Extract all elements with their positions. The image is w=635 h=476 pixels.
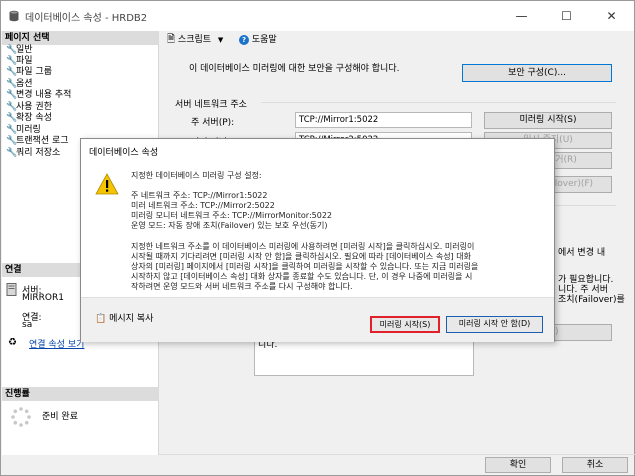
progress-header: 진행률 — [2, 387, 159, 401]
partial-divider — [556, 205, 616, 206]
wrench-icon: 🔧 — [6, 56, 18, 66]
wrench-icon: 🔧 — [6, 136, 18, 146]
wrench-icon: 🔧 — [6, 90, 18, 100]
nav-item-general[interactable]: 🔧일반 — [6, 45, 33, 56]
start-mirroring-button[interactable]: 미러링 시작(S) — [484, 112, 612, 129]
wrench-icon: 🔧 — [6, 102, 18, 112]
title-bar: 데이터베이스 속성 - HRDB2 — ☐ ✕ — [1, 1, 634, 31]
dialog-title: 데이터베이스 속성 — [89, 148, 159, 158]
dialog-mirror-line: 미러 네트워크 주소: TCP://Mirror2:5022 — [131, 201, 275, 210]
minimize-button[interactable]: — — [499, 1, 544, 31]
wrench-icon: 🔧 — [6, 125, 18, 135]
security-info-text: 이 데이터베이스 미러링에 대한 보안을 구성해야 합니다. — [189, 64, 400, 74]
help-icon: ? — [239, 35, 249, 45]
nav-item-mirroring[interactable]: 🔧미러링 — [6, 125, 41, 136]
partial-text-4: 조치(Failover)를 — [558, 295, 625, 305]
database-icon — [9, 10, 19, 22]
page-select-header: 페이지 선택 — [2, 31, 159, 45]
nav-item-change-tracking[interactable]: 🔧변경 내용 추적 — [6, 90, 71, 101]
nav-item-extended-properties[interactable]: 🔧확장 속성 — [6, 113, 52, 124]
nav-item-permissions[interactable]: 🔧사용 권한 — [6, 102, 52, 113]
help-button[interactable]: ? 도움말 — [239, 33, 277, 47]
ok-button[interactable]: 확인 — [485, 457, 551, 473]
dialog-paragraph-line: 상자의 [미러링] 페이지에서 [미러링 시작]을 클릭하여 미러링을 시작할 … — [131, 262, 479, 271]
server-icon — [6, 283, 17, 296]
dialog-paragraph-line: 지정한 네트워크 주소를 이 데이터베이스 미러링에 사용하려면 [미러링 시작… — [131, 242, 475, 251]
configure-security-button[interactable]: 보안 구성(C)... — [462, 64, 612, 82]
nav-item-files[interactable]: 🔧파일 — [6, 56, 33, 67]
close-button[interactable]: ✕ — [589, 1, 634, 31]
dialog-paragraph-line: 시작될 때까지 기다리려면 [미러링 시작 안 함]을 클릭하십시오. 필요에 … — [131, 252, 471, 261]
section-divider — [261, 102, 616, 103]
progress-status: 준비 완료 — [42, 412, 78, 422]
progress-spinner-icon — [11, 407, 31, 427]
view-connection-properties-link[interactable]: 연결 속성 보기 — [29, 337, 84, 350]
maximize-button[interactable]: ☐ — [544, 1, 589, 31]
dialog-body: 지정한 데이터베이스 미러링 구성 설정: 주 네트워크 주소: TCP://M… — [81, 163, 554, 297]
connection-value: sa — [22, 320, 33, 330]
dialog-start-mirroring-button[interactable]: 미러링 시작(S) — [370, 316, 440, 333]
script-button[interactable]: 🗎 스크립트 ▼ — [167, 33, 223, 47]
server-network-address-label: 서버 네트워크 주소 — [175, 100, 247, 110]
dialog-paragraph-line: 작하려면 운영 모드와 서버 네트워크 주소를 다시 구성해야 합니다. — [131, 282, 353, 291]
warning-icon — [95, 173, 119, 195]
dialog-footer: 📋 메시지 복사 미러링 시작(S) 미러링 시작 안 함(D) — [81, 297, 554, 342]
nav-item-transaction-log[interactable]: 🔧트랜잭션 로그 — [6, 136, 69, 147]
wrench-icon: 🔧 — [6, 113, 18, 123]
nav-item-options[interactable]: 🔧옵션 — [6, 79, 33, 90]
dialog-monitor-line: 미러링 모니터 네트워크 주소: TCP://MirrorMonitor:502… — [131, 211, 332, 220]
nav-item-query-store[interactable]: 🔧쿼리 저장소 — [6, 148, 60, 159]
server-value: MIRROR1 — [22, 293, 64, 303]
footer-divider — [159, 454, 635, 455]
partial-text-1: 에서 변경 내 — [558, 248, 606, 258]
nav-item-filegroups[interactable]: 🔧파일 그룹 — [6, 67, 52, 78]
dialog-paragraph-line: 시작하지 않고 [데이터베이스 속성] 대화 상자를 종료할 수도 있습니다. … — [131, 272, 473, 281]
copy-message-button[interactable]: 📋 메시지 복사 — [95, 311, 153, 324]
principal-server-field[interactable]: TCP://Mirror1:5022 — [295, 112, 472, 128]
wrench-icon: 🔧 — [6, 45, 18, 55]
wrench-icon: 🔧 — [6, 67, 18, 77]
dialog-heading: 지정한 데이터베이스 미러링 구성 설정: — [131, 171, 262, 180]
dialog-principal-line: 주 네트워크 주소: TCP://Mirror1:5022 — [131, 191, 268, 200]
dialog-dont-start-button[interactable]: 미러링 시작 안 함(D) — [446, 316, 543, 333]
wrench-icon: 🔧 — [6, 148, 18, 158]
connection-properties-icon: ♻ — [8, 337, 17, 348]
chevron-down-icon[interactable]: ▼ — [218, 36, 223, 44]
wrench-icon: 🔧 — [6, 79, 18, 89]
window-title: 데이터베이스 속성 - HRDB2 — [25, 13, 148, 24]
script-icon: 🗎 — [167, 34, 176, 45]
cancel-button[interactable]: 취소 — [562, 457, 628, 473]
properties-window: 데이터베이스 속성 - HRDB2 — ☐ ✕ 페이지 선택 🔧일반 🔧파일 🔧… — [0, 0, 635, 476]
dialog-mode-line: 운영 모드: 자동 장애 조치(Failover) 있는 보호 우선(동기) — [131, 221, 328, 230]
mirroring-confirm-dialog: 데이터베이스 속성 지정한 데이터베이스 미러링 구성 설정: 주 네트워크 주… — [80, 138, 555, 342]
copy-icon: 📋 — [95, 314, 107, 324]
principal-server-label: 주 서버(P): — [191, 118, 235, 128]
